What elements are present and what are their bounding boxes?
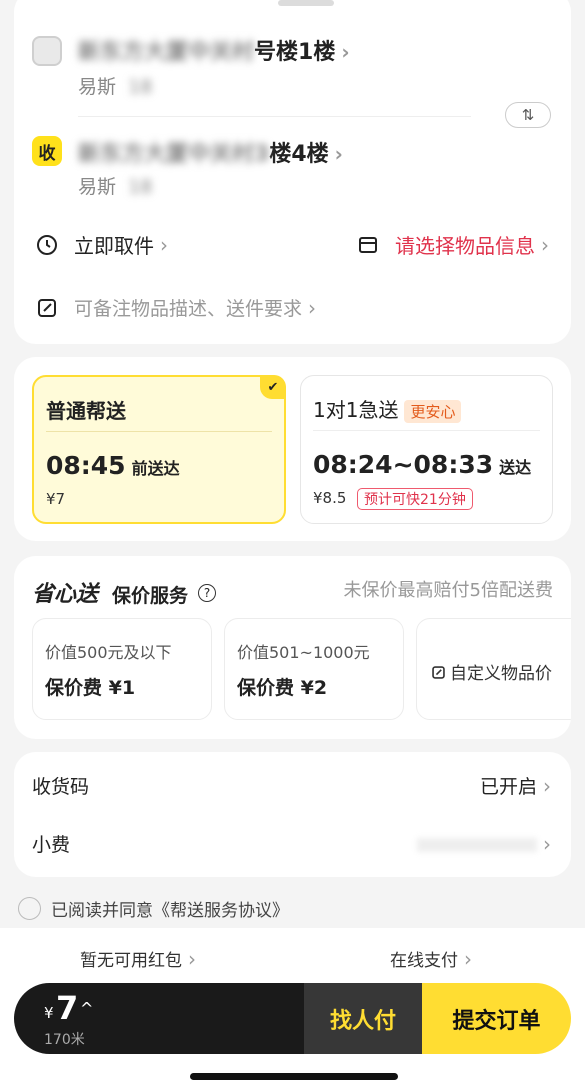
bottom-panel: 暂无可用红包 › 在线支付 › ¥ 7 ^ 170米 找人付 提交订单 — [0, 928, 585, 1091]
payment-bar: ¥ 7 ^ 170米 找人付 提交订单 — [14, 983, 571, 1054]
edit-icon — [432, 666, 445, 679]
swap-address-icon[interactable]: ⇅ — [505, 102, 551, 128]
address-card: 新东方大厦中关村号楼1楼 › 易斯 18 ⇅ 收 新东方大厦中关村3楼4楼 › 易斯… — [14, 0, 571, 344]
currency-symbol: ¥ — [44, 1004, 54, 1022]
option-time: 08:24~08:33 送达 — [313, 450, 532, 479]
standard-delivery-option[interactable]: ✔ 普通帮送 08:45 前送达 ¥7 — [32, 375, 286, 524]
insurance-fee: 保价费 ¥1 — [45, 677, 136, 699]
receiver-address-line: 新东方大厦中关村3楼4楼 › — [78, 142, 343, 167]
price-summary[interactable]: ¥ 7 ^ 170米 — [14, 983, 304, 1054]
sender-contact: 易斯 18 — [78, 76, 153, 98]
clock-icon — [37, 234, 57, 255]
chevron-right-icon: › — [541, 232, 549, 257]
safer-tag: 更安心 — [404, 400, 462, 423]
sender-address-line: 新东方大厦中关村号楼1楼 › — [78, 40, 350, 65]
insurance-fee: 保价费 ¥2 — [237, 677, 328, 699]
option-price: ¥7 — [46, 490, 66, 508]
settings-card: 收货码 已开启 › 小费 › — [14, 752, 571, 877]
chevron-right-icon: › — [160, 232, 168, 257]
tip-row[interactable]: 小费 › — [32, 830, 551, 857]
receiver-address-row[interactable]: 收 新东方大厦中关村3楼4楼 › 易斯 18 — [32, 134, 551, 214]
divider — [313, 430, 540, 431]
faster-badge: 预计可快21分钟 — [357, 488, 473, 510]
check-icon: ✔ — [260, 375, 286, 399]
address-divider — [78, 116, 471, 117]
agreement-row[interactable]: 已阅读并同意《帮送服务协议》 — [18, 896, 289, 921]
insurance-option-1[interactable]: 价值500元及以下 保价费 ¥1 — [32, 618, 212, 720]
item-info-label: 请选择物品信息 — [395, 234, 535, 258]
sender-address-row[interactable]: 新东方大厦中关村号楼1楼 › 易斯 18 — [32, 32, 551, 112]
option-title: 普通帮送 — [46, 399, 126, 423]
setting-label: 收货码 — [32, 776, 90, 798]
insurance-value: 价值501~1000元 — [237, 643, 370, 662]
remark-row[interactable]: 可备注物品描述、送件要求 › — [36, 294, 549, 321]
insurance-option-custom[interactable]: 自定义物品价 — [416, 618, 571, 720]
agreement-text[interactable]: 已阅读并同意《帮送服务协议》 — [51, 896, 289, 921]
receipt-code-row[interactable]: 收货码 已开启 › — [32, 772, 551, 799]
delivery-options-card: ✔ 普通帮送 08:45 前送达 ¥7 1对1急送 更安心 08:24~08:33 送… — [14, 357, 571, 541]
option-time: 08:45 前送达 — [46, 451, 180, 480]
insurance-title: 保价服务 — [112, 585, 189, 607]
chevron-right-icon: › — [308, 295, 317, 320]
coupon-selector[interactable]: 暂无可用红包 › — [80, 946, 196, 971]
edit-icon — [38, 298, 56, 317]
item-info-row[interactable]: 请选择物品信息 › — [357, 230, 549, 259]
total-amount: 7 — [56, 989, 79, 1027]
receiver-contact: 易斯 18 — [78, 176, 153, 198]
setting-label: 小费 — [32, 834, 71, 856]
insurance-logo: 省心送 — [32, 582, 99, 607]
drag-handle[interactable] — [278, 0, 334, 6]
divider — [46, 431, 272, 432]
distance-label: 170米 — [44, 1032, 85, 1048]
setting-value: › — [417, 832, 551, 856]
insurance-value: 价值500元及以下 — [45, 643, 172, 662]
urgent-delivery-option[interactable]: 1对1急送 更安心 08:24~08:33 送达 ¥8.5 预计可快21分钟 — [300, 375, 553, 524]
option-price: ¥8.5 — [313, 489, 347, 507]
pay-by-other-button[interactable]: 找人付 — [304, 983, 422, 1054]
home-indicator[interactable] — [190, 1073, 398, 1080]
insurance-option-2[interactable]: 价值501~1000元 保价费 ¥2 — [224, 618, 404, 720]
option-title: 1对1急送 更安心 — [313, 394, 462, 423]
setting-value: 已开启 › — [479, 774, 551, 798]
receiver-badge-icon: 收 — [32, 136, 62, 166]
insurance-note: 未保价最高赔付5倍配送费 — [343, 580, 553, 601]
agreement-checkbox[interactable] — [18, 897, 41, 920]
submit-order-button[interactable]: 提交订单 — [422, 983, 571, 1054]
blurred-value — [417, 838, 537, 852]
chevron-up-icon[interactable]: ^ — [80, 999, 93, 1018]
payment-method-selector[interactable]: 在线支付 › — [390, 946, 472, 971]
pickup-label: 立即取件 — [74, 234, 154, 258]
box-icon — [359, 236, 377, 253]
insurance-card: 省心送 保价服务 ? 未保价最高赔付5倍配送费 价值500元及以下 保价费 ¥1… — [14, 556, 571, 739]
remark-placeholder: 可备注物品描述、送件要求 — [74, 298, 303, 320]
sender-badge-icon — [32, 36, 62, 66]
help-icon[interactable]: ? — [198, 584, 216, 602]
custom-value: 自定义物品价 — [431, 659, 552, 684]
